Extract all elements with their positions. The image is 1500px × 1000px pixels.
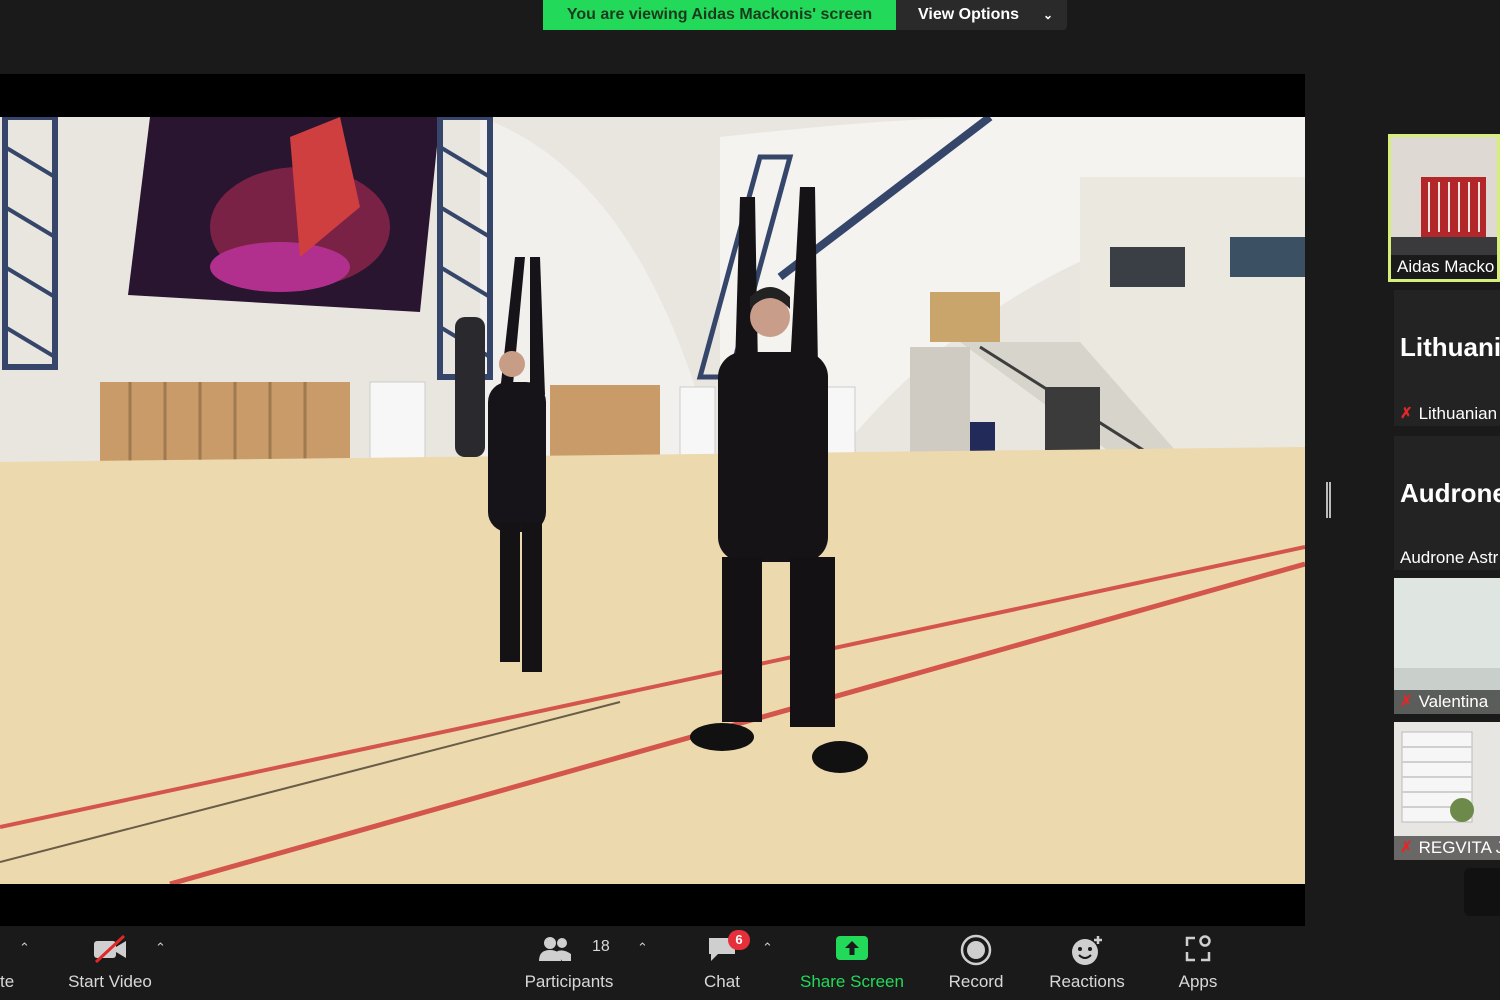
- share-screen-button[interactable]: Share Screen: [795, 926, 909, 1000]
- participant-tile[interactable]: ✗ Valentina: [1394, 578, 1500, 714]
- participant-name-row: ✗ REGVITA J: [1394, 836, 1500, 860]
- zoom-meeting-window: You are viewing Aidas Mackonis' screen V…: [0, 0, 1500, 1000]
- participant-tile[interactable]: Audrone Audrone Astr: [1394, 436, 1500, 570]
- share-screen-label: Share Screen: [800, 972, 904, 991]
- reactions-icon: [1072, 936, 1102, 965]
- gallery-scroll-button[interactable]: [1464, 868, 1500, 916]
- apps-button[interactable]: Apps: [1166, 926, 1230, 1000]
- chat-caret-icon[interactable]: ⌃: [762, 940, 773, 956]
- apps-icon: [1185, 935, 1211, 962]
- shared-screen: [0, 74, 1305, 926]
- participant-tile-active-speaker[interactable]: Aidas Macko: [1388, 134, 1500, 282]
- record-button[interactable]: Record: [938, 926, 1014, 1000]
- mic-muted-icon: ✗: [1400, 839, 1413, 856]
- participant-name-label: Valentina: [1418, 692, 1489, 711]
- start-video-label: Start Video: [68, 972, 152, 991]
- view-options-button[interactable]: View Options ⌄: [896, 0, 1067, 30]
- participants-label: Participants: [524, 972, 614, 991]
- viewing-screen-label: You are viewing Aidas Mackonis' screen: [543, 0, 896, 30]
- participant-name-label: Lithuanian: [1418, 404, 1498, 423]
- record-label: Record: [948, 972, 1004, 991]
- audio-options-caret-icon[interactable]: ⌃: [19, 940, 30, 956]
- mic-muted-icon: ✗: [1400, 693, 1413, 710]
- screen-share-banner: You are viewing Aidas Mackonis' screen V…: [543, 0, 1067, 30]
- participant-name-row: ✗ Valentina: [1394, 690, 1500, 714]
- apps-label: Apps: [1178, 972, 1218, 991]
- participant-tile[interactable]: Lithuani ✗ Lithuanian: [1394, 290, 1500, 426]
- record-icon: [960, 934, 992, 966]
- reactions-label: Reactions: [1049, 972, 1125, 991]
- participant-avatar-name: Lithuani: [1400, 332, 1500, 362]
- chevron-down-icon: ⌄: [1042, 8, 1053, 22]
- participants-count: 18: [592, 938, 610, 955]
- chat-unread-badge: 6: [728, 930, 750, 950]
- video-options-caret-icon[interactable]: ⌃: [155, 940, 166, 956]
- participants-icon: [538, 937, 571, 961]
- video-off-icon: [94, 934, 126, 964]
- reactions-button[interactable]: Reactions: [1040, 926, 1134, 1000]
- participant-name-label: REGVITA J: [1418, 838, 1500, 857]
- participant-avatar-name: Audrone: [1400, 478, 1500, 508]
- share-screen-icon: [836, 936, 868, 960]
- participant-tile[interactable]: ✗ REGVITA J: [1394, 722, 1500, 860]
- participant-name-label: Audrone Astr: [1400, 548, 1499, 567]
- meeting-toolbar: te ⌃ Start Video ⌃ 18 Participants ⌃ 6 C…: [0, 926, 1500, 1000]
- chat-label: Chat: [704, 972, 740, 991]
- gym-scene-image: [0, 117, 1305, 884]
- participants-button[interactable]: 18 Participants: [514, 926, 624, 1000]
- mic-muted-icon: ✗: [1400, 405, 1413, 422]
- mute-button[interactable]: te: [0, 926, 30, 1000]
- participant-name-label: Aidas Macko: [1391, 255, 1497, 279]
- participants-caret-icon[interactable]: ⌃: [637, 940, 648, 956]
- shared-video-frame: [0, 117, 1305, 884]
- panel-resize-handle[interactable]: [1326, 482, 1331, 518]
- mute-label: te: [0, 972, 15, 991]
- view-options-label: View Options: [918, 6, 1020, 23]
- chat-button[interactable]: 6 Chat: [690, 926, 754, 1000]
- start-video-button[interactable]: Start Video: [60, 926, 160, 1000]
- participant-name-row: ✗ Lithuanian: [1394, 402, 1500, 426]
